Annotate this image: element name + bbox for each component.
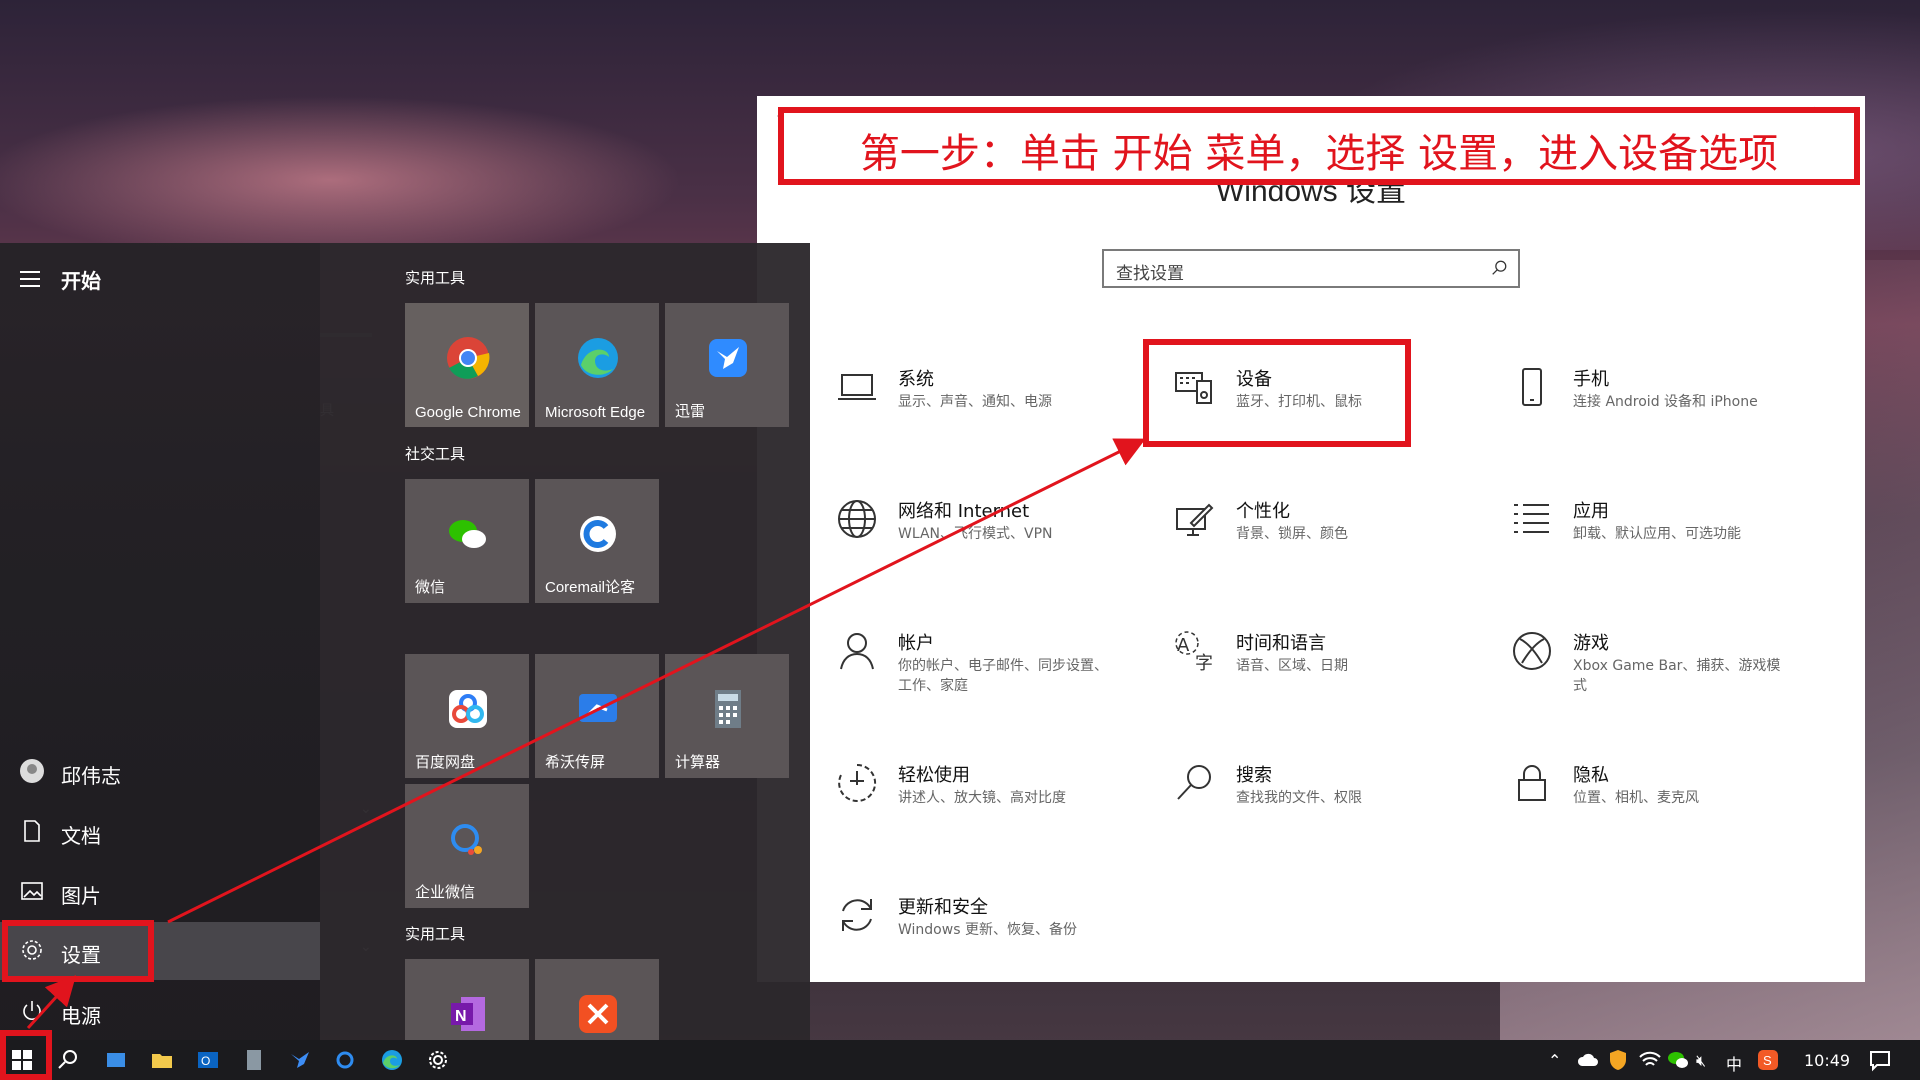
annotation-arrows — [26, 438, 1146, 1030]
arrow-to-devices — [167, 438, 1146, 924]
arrow-to-settings — [26, 975, 77, 1030]
